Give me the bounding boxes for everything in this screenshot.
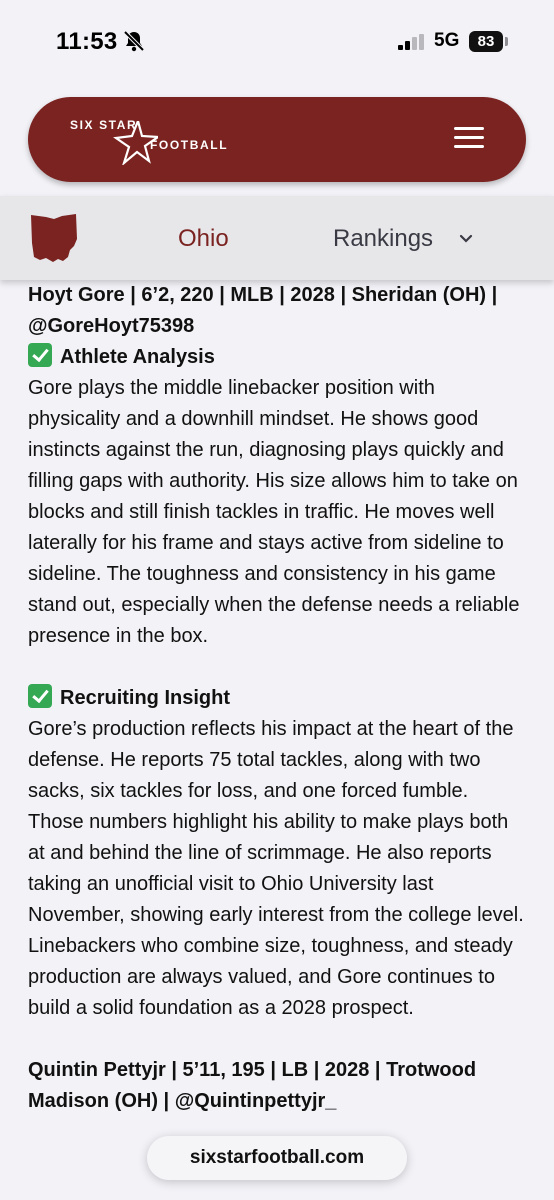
player-heading: Hoyt Gore | 6’2, 220 | MLB | 2028 | Sher…: [28, 284, 498, 337]
section-heading-recruiting-insight: Recruiting Insight: [28, 683, 528, 714]
section-heading-athlete-analysis: Athlete Analysis: [28, 342, 528, 373]
checkmark-icon: [28, 343, 52, 367]
hamburger-menu-icon[interactable]: [454, 127, 484, 151]
section-title: Recruiting Insight: [60, 687, 230, 709]
section-title: Athlete Analysis: [60, 346, 215, 368]
checkmark-icon: [28, 684, 52, 708]
battery-nub: [505, 37, 508, 46]
chevron-down-icon[interactable]: [459, 234, 473, 244]
state-nav-bar: Ohio Rankings: [0, 196, 554, 280]
signal-icon: [398, 34, 424, 50]
battery-indicator: 83: [469, 31, 503, 52]
bell-muted-icon: [123, 30, 145, 52]
nav-ohio-link[interactable]: Ohio: [178, 225, 229, 253]
status-time: 11:53: [56, 28, 118, 55]
athlete-analysis-paragraph: Gore plays the middle linebacker positio…: [28, 377, 520, 647]
next-player-heading: Quintin Pettyjr | 5’11, 195 | LB | 2028 …: [28, 1059, 477, 1112]
site-logo[interactable]: SIX STAR FOOTBALL: [70, 117, 250, 165]
recruiting-insight-paragraph: Gore’s production reflects his impact at…: [28, 718, 524, 1019]
site-header: SIX STAR FOOTBALL: [28, 97, 526, 182]
browser-url-bar[interactable]: sixstarfootball.com: [147, 1136, 407, 1180]
logo-text-bottom: FOOTBALL: [150, 138, 229, 152]
network-type: 5G: [434, 30, 460, 51]
status-bar: 11:53 5G 83: [0, 0, 554, 82]
ohio-state-icon: [31, 214, 77, 262]
article-body: Hoyt Gore | 6’2, 220 | MLB | 2028 | Sher…: [28, 280, 528, 1117]
nav-rankings-dropdown[interactable]: Rankings: [333, 225, 433, 253]
